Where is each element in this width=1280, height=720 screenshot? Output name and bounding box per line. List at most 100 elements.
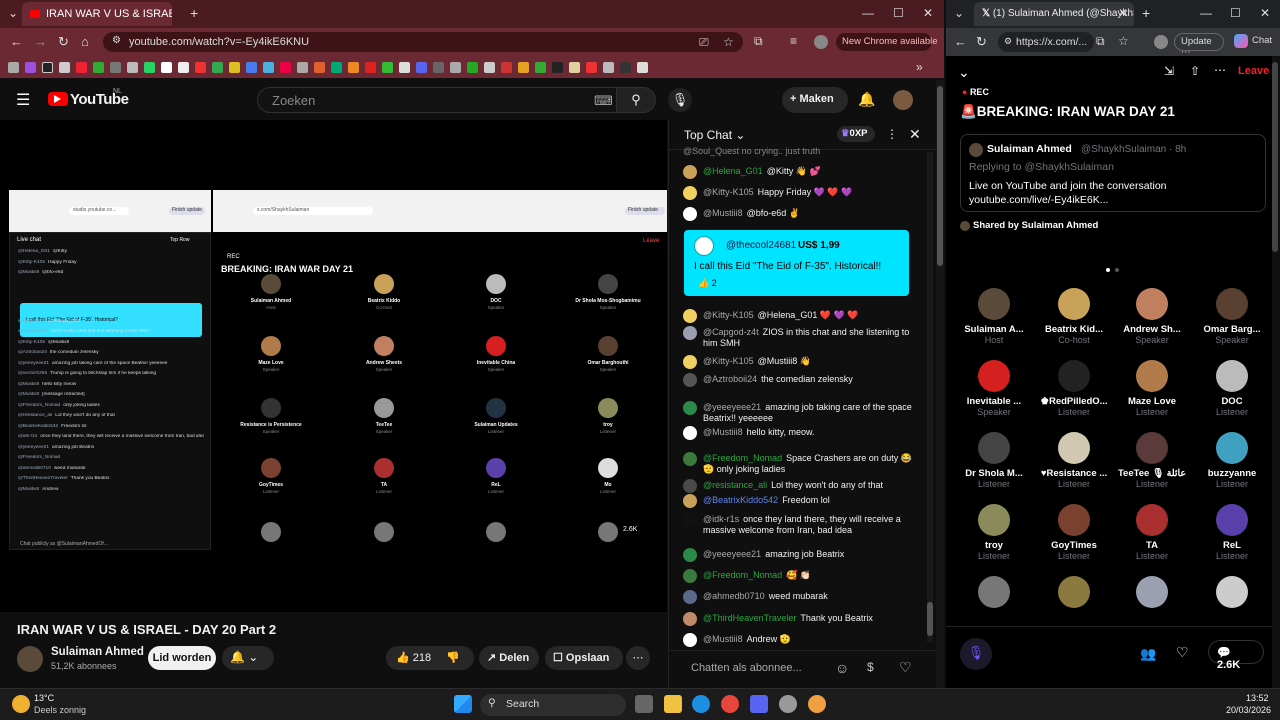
chat-avatar[interactable] [683,426,697,440]
request-mic-button[interactable]: 🎙 [960,638,992,670]
superchat-like[interactable]: 👍 2 [698,278,717,289]
tab-close-icon[interactable]: ✕ [1118,6,1128,20]
tab-search-icon[interactable]: ⌄ [954,6,964,20]
leave-button[interactable]: Leave [1238,65,1269,77]
apps-icon[interactable] [8,61,19,73]
chat-close-icon[interactable]: ✕ [909,126,921,143]
like-icon[interactable]: 👍 [396,652,410,664]
whatsapp-icon[interactable] [144,61,155,73]
chat-avatar[interactable] [683,452,697,466]
maximize-icon[interactable]: ☐ [1230,6,1241,20]
reactions-icon[interactable]: ♡ [1176,644,1189,661]
chat-username[interactable]: @Kitty-K105 [703,310,754,320]
space-speaker[interactable]: ReL Listener [1196,504,1268,561]
right-url-field[interactable]: ⚙ https://x.com/... [998,32,1094,52]
chat-username[interactable]: @Capgod-z4t [703,327,759,337]
bookmark-icon[interactable] [552,61,563,73]
chat-username[interactable]: @idk-r1s [703,514,739,524]
weather-icon[interactable] [12,695,30,713]
chat-username[interactable]: @Aztroboii24 [703,374,757,384]
update-button[interactable]: Update ⋯ [1174,33,1224,58]
bookmark-icon[interactable] [416,61,427,73]
tweet-link[interactable]: youtube.com/live/-Ey4ikE6K... [969,194,1108,206]
bookmark-icon[interactable] [637,61,648,73]
space-speaker[interactable]: Andrew Sh... Speaker [1116,288,1188,345]
close-window-icon[interactable]: ✕ [1260,6,1270,20]
profile-avatar[interactable] [814,35,828,49]
space-speaker[interactable]: TA Listener [1116,504,1188,561]
chat-avatar[interactable] [683,401,697,415]
bookmark-icon[interactable] [25,61,36,73]
bookmark-icon[interactable] [433,61,444,73]
share-icon[interactable]: ⇧ [1190,64,1200,78]
space-speaker[interactable]: Sulaiman A... Host [958,288,1030,345]
bookmark-icon[interactable] [127,61,138,73]
chat-username[interactable]: @ahmedb0710 [703,591,765,601]
bookmark-star-icon[interactable]: ☆ [1118,34,1129,48]
bookmark-icon[interactable] [314,61,325,73]
chat-username[interactable]: @Mustiii8 [703,427,743,437]
share-button[interactable]: ↗ Delen [479,646,539,670]
bookmark-icon[interactable] [603,61,614,73]
space-speaker[interactable]: ♥Resistance ... Listener [1038,432,1110,489]
chat-username[interactable]: @resistance_ali [703,480,767,490]
space-speaker[interactable]: troy Listener [958,504,1030,561]
bookmark-icon[interactable] [399,61,410,73]
space-speaker[interactable]: Omar Barg... Speaker [1196,288,1268,345]
bookmark-icon[interactable] [229,61,240,73]
minimize-space-icon[interactable]: ⇲ [1164,64,1174,78]
close-window-icon[interactable]: ✕ [923,6,933,20]
chat-avatar[interactable] [683,612,697,626]
channel-name[interactable]: Sulaiman Ahmed [51,646,144,658]
docs-icon[interactable] [246,61,257,73]
chat-avatar[interactable] [683,479,697,493]
bookmark-icon[interactable] [518,61,529,73]
edge-icon[interactable] [692,695,710,713]
extensions-icon[interactable]: ⧉ [754,34,763,49]
chat-scrollbar[interactable] [927,152,933,642]
create-button[interactable]: + Maken [782,87,848,113]
subscribe-bell-button[interactable]: 🔔 ⌄ [222,646,274,670]
minimize-icon[interactable]: — [1200,6,1212,20]
more-bookmarks-icon[interactable]: » [916,60,923,74]
bookmark-icon[interactable] [93,61,104,73]
space-speaker[interactable] [1116,576,1188,612]
app-icon[interactable] [779,695,797,713]
site-info-icon[interactable]: ⚙ [112,35,121,46]
chat-avatar[interactable] [683,355,697,369]
chat-avatar[interactable] [683,373,697,387]
bookmark-icon[interactable] [586,61,597,73]
shared-tweet-card[interactable]: Sulaiman Ahmed @ShaykhSulaiman · 8h Repl… [960,134,1266,212]
notifications-bell-icon[interactable]: 🔔 [858,91,875,108]
bookmark-icon[interactable] [467,61,478,73]
space-speaker[interactable]: TeeTee 🎙 عائلة Listener [1116,432,1188,489]
new-chrome-button[interactable]: New Chrome available ⋮ [836,33,944,51]
sheets-icon[interactable] [212,61,223,73]
bookmark-icon[interactable] [331,61,342,73]
super-chat-icon[interactable]: $ [867,660,874,674]
chat-username[interactable]: @Freedom_Nomad [703,570,782,580]
bookmark-icon[interactable] [365,61,376,73]
chat-avatar[interactable] [683,633,697,647]
chat-input[interactable]: Chatten als abonnee... [691,662,802,674]
pager-dot-active[interactable] [1106,268,1110,272]
account-avatar[interactable] [893,90,913,110]
profile-avatar[interactable] [1154,35,1168,49]
channel-avatar[interactable] [17,646,43,672]
back-icon[interactable]: ← [954,34,967,49]
space-speaker[interactable] [1038,576,1110,612]
bookmark-icon[interactable] [535,61,546,73]
space-speaker[interactable]: GoyTimes Listener [1038,504,1110,561]
save-button[interactable]: ☐ Opslaan [545,646,623,670]
space-speaker[interactable]: Beatrix Kid... Co-host [1038,288,1110,345]
chat-more-icon[interactable]: ⋮ [886,127,898,141]
chat-scroll-thumb[interactable] [927,602,933,636]
chat-avatar[interactable] [683,186,697,200]
windows-start-icon[interactable] [454,695,472,713]
clock-time[interactable]: 13:52 [1246,693,1269,703]
media-icon[interactable]: ≡ [790,34,797,48]
chat-label[interactable]: Chat [1252,35,1272,46]
copilot-icon[interactable] [1234,34,1248,48]
reload-icon[interactable]: ↻ [58,34,69,50]
pager-dot[interactable] [1115,268,1119,272]
